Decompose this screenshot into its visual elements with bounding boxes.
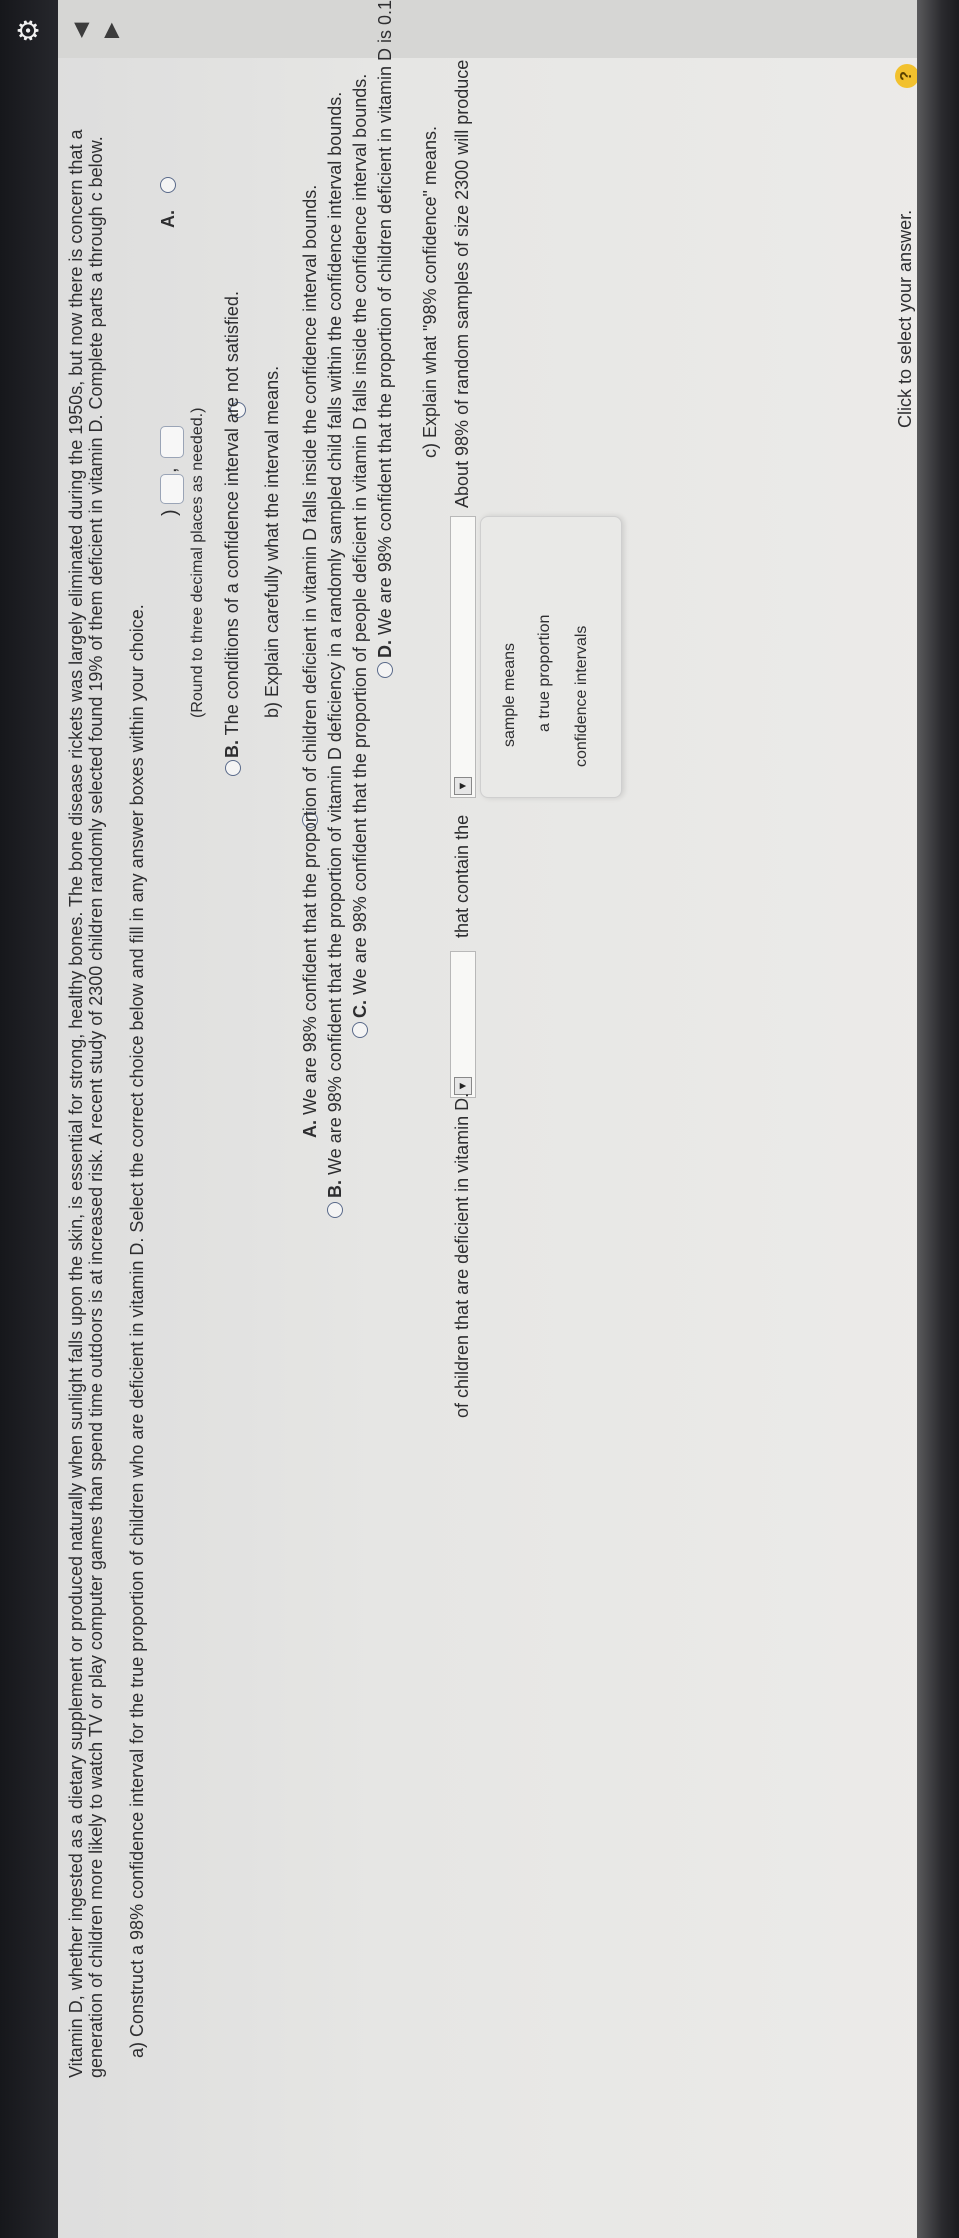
part-a-option-b-text: The conditions of a confidence interval … bbox=[222, 291, 242, 736]
part-b-option-b-radio[interactable] bbox=[327, 1202, 343, 1218]
part-b-option-c-text: We are 98% confident that the proportion… bbox=[350, 73, 370, 995]
part-c-sentence-middle: that contain the bbox=[452, 814, 472, 938]
part-b-option-c-label: C. bbox=[350, 1000, 370, 1018]
bottom-bar bbox=[917, 0, 959, 2238]
part-b-option-a-label: A. bbox=[300, 1120, 320, 1138]
part-b-option-b[interactable]: B. We are 98% confident that the proport… bbox=[325, 92, 346, 1198]
scroll-down-icon[interactable]: ▶ bbox=[98, 23, 123, 38]
part-c-sentence-start: About 98% of random samples of size 2300… bbox=[452, 59, 472, 508]
dropdown-option-confidence-intervals[interactable]: confidence intervals bbox=[573, 626, 591, 767]
part-b-option-b-text: We are 98% confident that the proportion… bbox=[325, 91, 345, 1175]
part-a-prompt: a) Construct a 98% confidence interval f… bbox=[127, 604, 147, 2058]
part-c-prompt: c) Explain what "98% confidence" means. bbox=[420, 126, 440, 458]
question-intro-line-2: generation of children more likely to wa… bbox=[86, 136, 106, 2078]
dropdown-option-true-proportion[interactable]: a true proportion bbox=[536, 615, 554, 732]
part-a-option-b-label: B. bbox=[222, 740, 242, 758]
help-icon[interactable]: ? bbox=[895, 64, 919, 88]
part-b-option-d-radio[interactable] bbox=[377, 662, 393, 678]
part-a-rounding-hint: (Round to three decimal places as needed… bbox=[189, 407, 206, 718]
part-b-option-d[interactable]: D. We are 98% confident that the proport… bbox=[375, 0, 396, 658]
part-a-interval-close: ) bbox=[159, 509, 181, 516]
part-c-dropdown-2[interactable]: ▼ bbox=[450, 951, 476, 1098]
part-b-option-c[interactable]: C. We are 98% confident that the proport… bbox=[350, 74, 371, 1018]
dropdown-option-sample-means[interactable]: sample means bbox=[501, 643, 519, 747]
status-click-to-select: Click to select your answer. bbox=[895, 209, 915, 428]
part-c-sentence-end: of children that are deficient in vitami… bbox=[452, 1092, 472, 1418]
part-b-option-d-text: We are 98% confident that the proportion… bbox=[375, 0, 395, 635]
part-b-option-c-radio[interactable] bbox=[352, 1022, 368, 1038]
part-c-dropdown-1-menu: sample means a true proportion confidenc… bbox=[480, 516, 622, 798]
part-a-option-b-radio[interactable] bbox=[225, 760, 241, 776]
part-a-option-b[interactable]: B. The conditions of a confidence interv… bbox=[222, 291, 243, 758]
screen: ⚙ ◀ ▶ Vitamin D, whether ingested as a d… bbox=[0, 0, 959, 2238]
top-bar: ⚙ bbox=[0, 0, 58, 2238]
gear-icon[interactable]: ⚙ bbox=[13, 18, 44, 43]
part-a-lower-bound-input[interactable] bbox=[160, 426, 184, 458]
part-a-option-a-label: A. bbox=[158, 210, 178, 228]
right-scroll-strip: ◀ ▶ bbox=[58, 0, 917, 58]
part-a-option-a-radio[interactable] bbox=[160, 177, 176, 193]
part-b-prompt: b) Explain carefully what the interval m… bbox=[262, 365, 282, 718]
part-c-dropdown-1[interactable]: ▼ bbox=[450, 516, 476, 798]
part-b-option-d-label: D. bbox=[375, 640, 395, 658]
part-a-upper-bound-input[interactable] bbox=[160, 474, 184, 504]
part-b-option-b-label: B. bbox=[325, 1180, 345, 1198]
part-b-option-a[interactable]: A. We are 98% confident that the proport… bbox=[300, 185, 321, 1138]
question-intro-line-1: Vitamin D, whether ingested as a dietary… bbox=[66, 129, 86, 2078]
scroll-up-icon[interactable]: ◀ bbox=[68, 23, 93, 38]
chevron-down-icon[interactable]: ▼ bbox=[454, 777, 472, 795]
part-b-option-a-text: We are 98% confident that the proportion… bbox=[300, 184, 320, 1115]
part-a-interval-comma: , bbox=[159, 467, 181, 473]
